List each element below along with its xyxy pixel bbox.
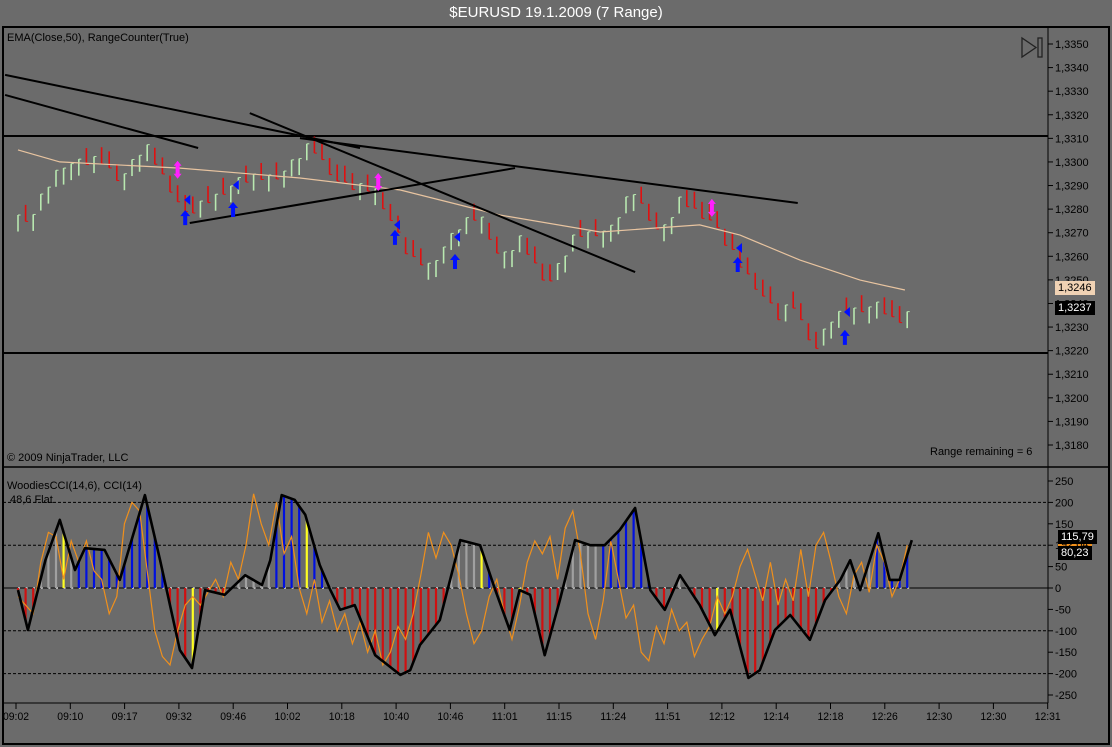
price-tick-label: 1,3290	[1055, 181, 1089, 193]
buy-arrow-icon	[732, 257, 743, 273]
time-tick-label: 09:17	[112, 711, 138, 723]
time-tick-label: 10:46	[437, 711, 463, 723]
cci-lines	[16, 493, 914, 680]
price-tick-label: 1,3320	[1055, 110, 1089, 122]
buy-arrow-icon	[450, 253, 460, 269]
counter-marker-icon	[454, 231, 461, 242]
time-tick-label: 09:10	[57, 711, 83, 723]
time-tick-label: 12:14	[763, 711, 789, 723]
counter-marker-icon	[394, 219, 400, 230]
cci-tick-label: 150	[1055, 519, 1073, 531]
price-tick-label: 1,3350	[1055, 39, 1089, 51]
time-tick-label: 09:32	[166, 711, 192, 723]
price-tick-label: 1,3330	[1055, 86, 1089, 98]
price-bars	[17, 136, 910, 349]
time-tick-label: 11:51	[655, 711, 681, 723]
time-tick-label: 12:26	[872, 711, 898, 723]
time-tick-label: 10:02	[275, 711, 301, 723]
cci-status-label: 48,6 Flat	[10, 494, 53, 506]
woodies-value-tag: 115,79	[1058, 530, 1097, 544]
price-tick-label: 1,3210	[1055, 369, 1089, 381]
time-tick-label: 12:18	[818, 711, 844, 723]
price-tick-label: 1,3190	[1055, 416, 1089, 428]
ema-line	[17, 149, 906, 291]
counter-marker-icon	[736, 243, 742, 254]
time-tick-label: 12:30	[980, 711, 1006, 723]
cci-tick-label: -50	[1055, 604, 1071, 616]
price-tick-label: 1,3180	[1055, 440, 1089, 452]
time-tick-label: 11:24	[600, 711, 626, 723]
cci-indicator-label: WoodiesCCI(14,6), CCI(14)	[7, 480, 142, 492]
cci-tick-label: -200	[1055, 669, 1077, 681]
price-tick-label: 1,3280	[1055, 204, 1089, 216]
price-indicator-label: EMA(Close,50), RangeCounter(True)	[7, 32, 189, 44]
price-tick-label: 1,3300	[1055, 157, 1089, 169]
chart-canvas[interactable]: 1,3350 1,3340 1,3330 1,3320 1,3310 1,3300 1,32…	[0, 0, 1112, 747]
cci-tick-label: -250	[1055, 690, 1077, 702]
price-tick-label: 1,3230	[1055, 322, 1089, 334]
time-axis: 09:02 09:10 09:17 09:32 09:46 10:02 10:18 10:40…	[3, 703, 1061, 723]
time-tick-label: 12:12	[709, 711, 735, 723]
buy-arrow-icon	[180, 210, 191, 226]
copyright: © 2009 NinjaTrader, LLC	[7, 452, 129, 464]
magenta-signal-icon	[173, 160, 182, 179]
cci-tick-label: -150	[1055, 647, 1077, 659]
cci-extra-value-tag: 80,23	[1058, 546, 1092, 560]
cci-tick-label: -100	[1055, 626, 1077, 638]
time-tick-label: 09:02	[3, 711, 29, 723]
window-border	[2, 26, 1110, 745]
cci-tick-label: 250	[1055, 476, 1073, 488]
time-tick-label: 12:30	[926, 711, 952, 723]
range-remaining: Range remaining = 6	[930, 446, 1033, 458]
price-tick-label: 1,3340	[1055, 63, 1089, 75]
skip-to-end-icon[interactable]	[1021, 36, 1043, 59]
last-price-tag: 1,3237	[1055, 301, 1095, 315]
chart-frame	[2, 26, 1110, 745]
price-tick-label: 1,3220	[1055, 346, 1089, 358]
price-tick-label: 1,3270	[1055, 228, 1089, 240]
price-axis: 1,3350 1,3340 1,3330 1,3320 1,3310 1,3300 1,32…	[1048, 39, 1089, 452]
cci-tick-label: 200	[1055, 497, 1073, 509]
trend-lines	[4, 73, 798, 274]
buy-arrow-icon	[839, 329, 850, 345]
time-tick-label: 10:18	[329, 711, 355, 723]
time-tick-label: 11:01	[492, 711, 518, 723]
trend-line	[4, 93, 199, 149]
counter-marker-icon	[232, 180, 239, 191]
cci-axis: 250200150100500-50-100-150-200-250	[1048, 476, 1077, 702]
time-tick-label: 10:40	[383, 711, 409, 723]
ema50-line	[17, 149, 906, 291]
time-tick-label: 09:46	[220, 711, 246, 723]
time-tick-label: 12:31	[1035, 711, 1061, 723]
time-tick-label: 11:15	[546, 711, 572, 723]
cci-tick-label: 0	[1055, 583, 1061, 595]
cci-tick-label: 50	[1055, 562, 1067, 574]
woodies-cci-line	[16, 493, 914, 680]
price-tick-label: 1,3260	[1055, 251, 1089, 263]
price-tick-label: 1,3200	[1055, 393, 1089, 405]
ema-value-tag: 1,3246	[1055, 281, 1095, 295]
price-tick-label: 1,3310	[1055, 133, 1089, 145]
